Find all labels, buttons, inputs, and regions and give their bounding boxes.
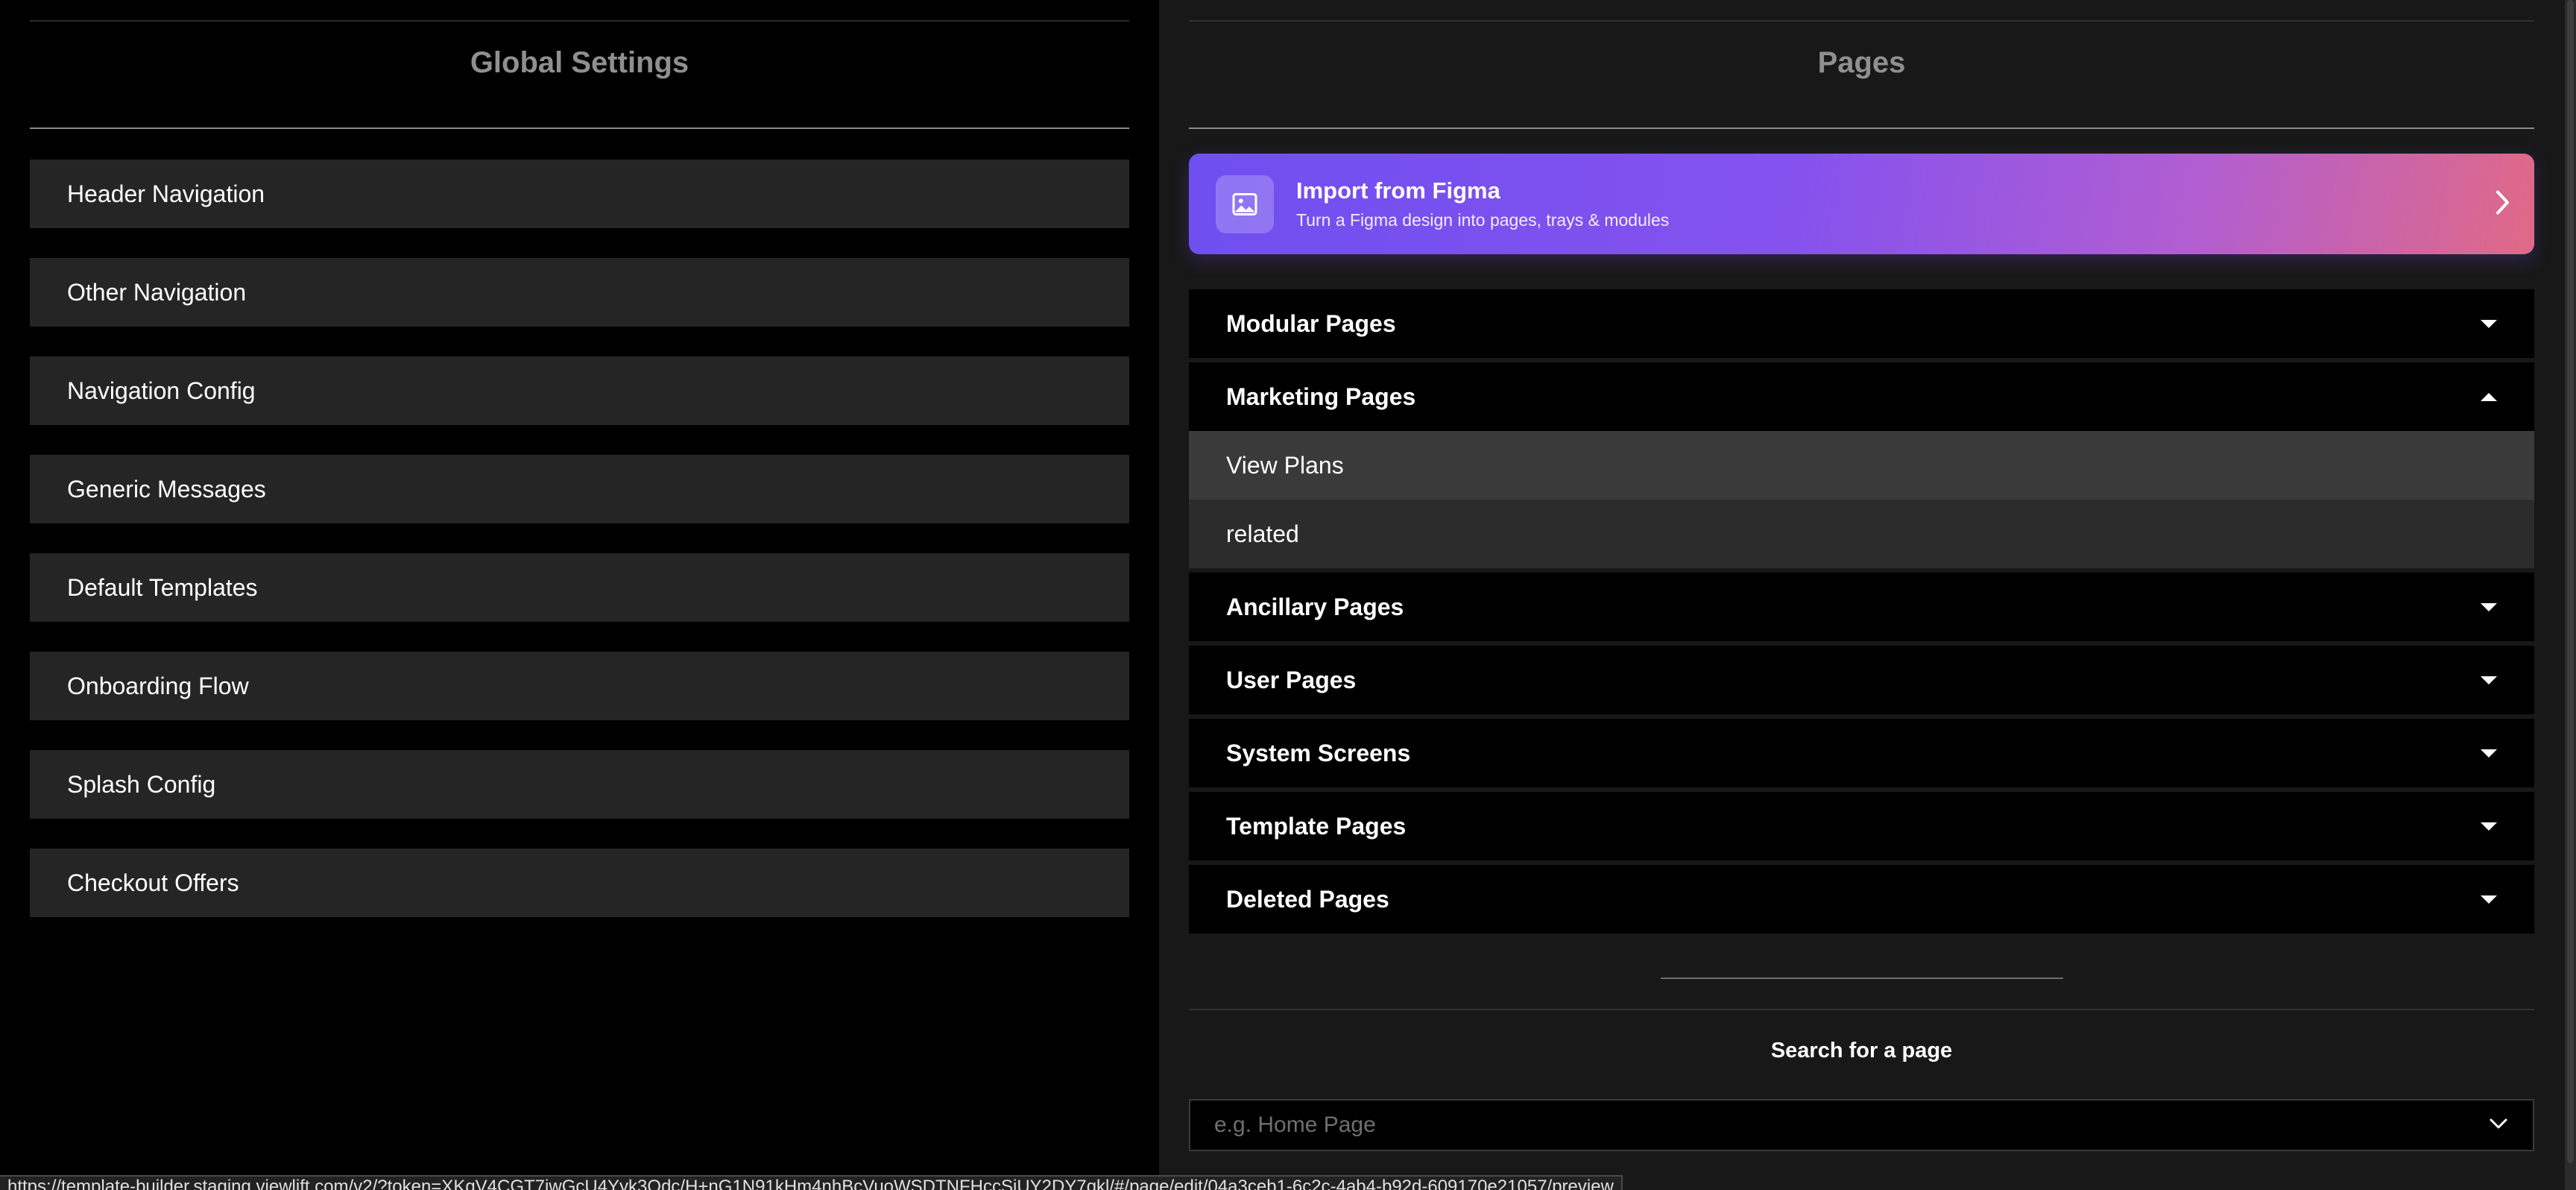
divider [1189, 20, 2534, 22]
section-label: User Pages [1226, 666, 1357, 693]
section-template-pages[interactable]: Template Pages [1189, 792, 2534, 860]
caret-down-icon [2481, 749, 2497, 758]
section-label: Ancillary Pages [1226, 593, 1404, 620]
settings-item-other-navigation[interactable]: Other Navigation [30, 258, 1129, 327]
figma-banner-subtitle: Turn a Figma design into pages, trays & … [1296, 210, 1670, 230]
settings-item-navigation-config[interactable]: Navigation Config [30, 356, 1129, 425]
divider [1661, 978, 2063, 979]
divider [1189, 128, 2534, 129]
page-item-view-plans[interactable]: View Plans [1189, 431, 2534, 500]
divider [1189, 1009, 2534, 1010]
pages-title: Pages [1817, 46, 1906, 79]
figma-banner-text: Import from Figma Turn a Figma design in… [1296, 177, 1669, 230]
divider [30, 20, 1129, 22]
scrollbar-thumb[interactable] [2567, 0, 2574, 1163]
pages-accordion: Modular Pages Marketing Pages View Plans… [1189, 289, 2534, 938]
chevron-right-icon [2494, 189, 2512, 219]
section-marketing-pages[interactable]: Marketing Pages [1189, 362, 2534, 431]
global-settings-panel: Global Settings Header Navigation Other … [0, 0, 1159, 1190]
settings-item-onboarding-flow[interactable]: Onboarding Flow [30, 652, 1129, 720]
global-settings-list: Header Navigation Other Navigation Navig… [30, 160, 1129, 947]
section-user-pages[interactable]: User Pages [1189, 646, 2534, 714]
settings-item-default-templates[interactable]: Default Templates [30, 553, 1129, 622]
caret-down-icon [2481, 895, 2497, 904]
settings-item-checkout-offers[interactable]: Checkout Offers [30, 849, 1129, 917]
settings-item-header-navigation[interactable]: Header Navigation [30, 160, 1129, 228]
caret-up-icon [2481, 392, 2497, 401]
section-deleted-pages[interactable]: Deleted Pages [1189, 865, 2534, 934]
section-ancillary-pages[interactable]: Ancillary Pages [1189, 573, 2534, 641]
status-bar-url: https://template-builder.staging.viewlif… [0, 1175, 1623, 1190]
scrollbar[interactable] [2565, 0, 2576, 1190]
settings-item-splash-config[interactable]: Splash Config [30, 750, 1129, 819]
figma-banner-title: Import from Figma [1296, 177, 1500, 204]
section-label: System Screens [1226, 739, 1411, 766]
section-label: Marketing Pages [1226, 382, 1416, 410]
divider [30, 128, 1129, 129]
page-search-select[interactable] [1189, 1099, 2534, 1151]
image-icon [1216, 174, 1274, 233]
section-label: Template Pages [1226, 812, 1407, 840]
import-from-figma-button[interactable]: Import from Figma Turn a Figma design in… [1189, 154, 2534, 254]
caret-down-icon [2481, 822, 2497, 831]
search-label: Search for a page [1770, 1039, 1953, 1062]
pages-panel: Pages Import from Figma Turn a Figma des… [1159, 0, 2565, 1190]
chevron-down-icon[interactable] [2488, 1117, 2509, 1134]
section-system-screens[interactable]: System Screens [1189, 719, 2534, 787]
caret-down-icon [2481, 319, 2497, 328]
caret-down-icon [2481, 602, 2497, 611]
caret-down-icon [2481, 676, 2497, 684]
section-label: Deleted Pages [1226, 885, 1389, 913]
page-item-related[interactable]: related [1189, 500, 2534, 568]
section-label: Modular Pages [1226, 309, 1396, 337]
section-modular-pages[interactable]: Modular Pages [1189, 289, 2534, 358]
global-settings-title: Global Settings [470, 46, 689, 79]
page-search-input[interactable] [1214, 1112, 2488, 1138]
settings-item-generic-messages[interactable]: Generic Messages [30, 455, 1129, 523]
